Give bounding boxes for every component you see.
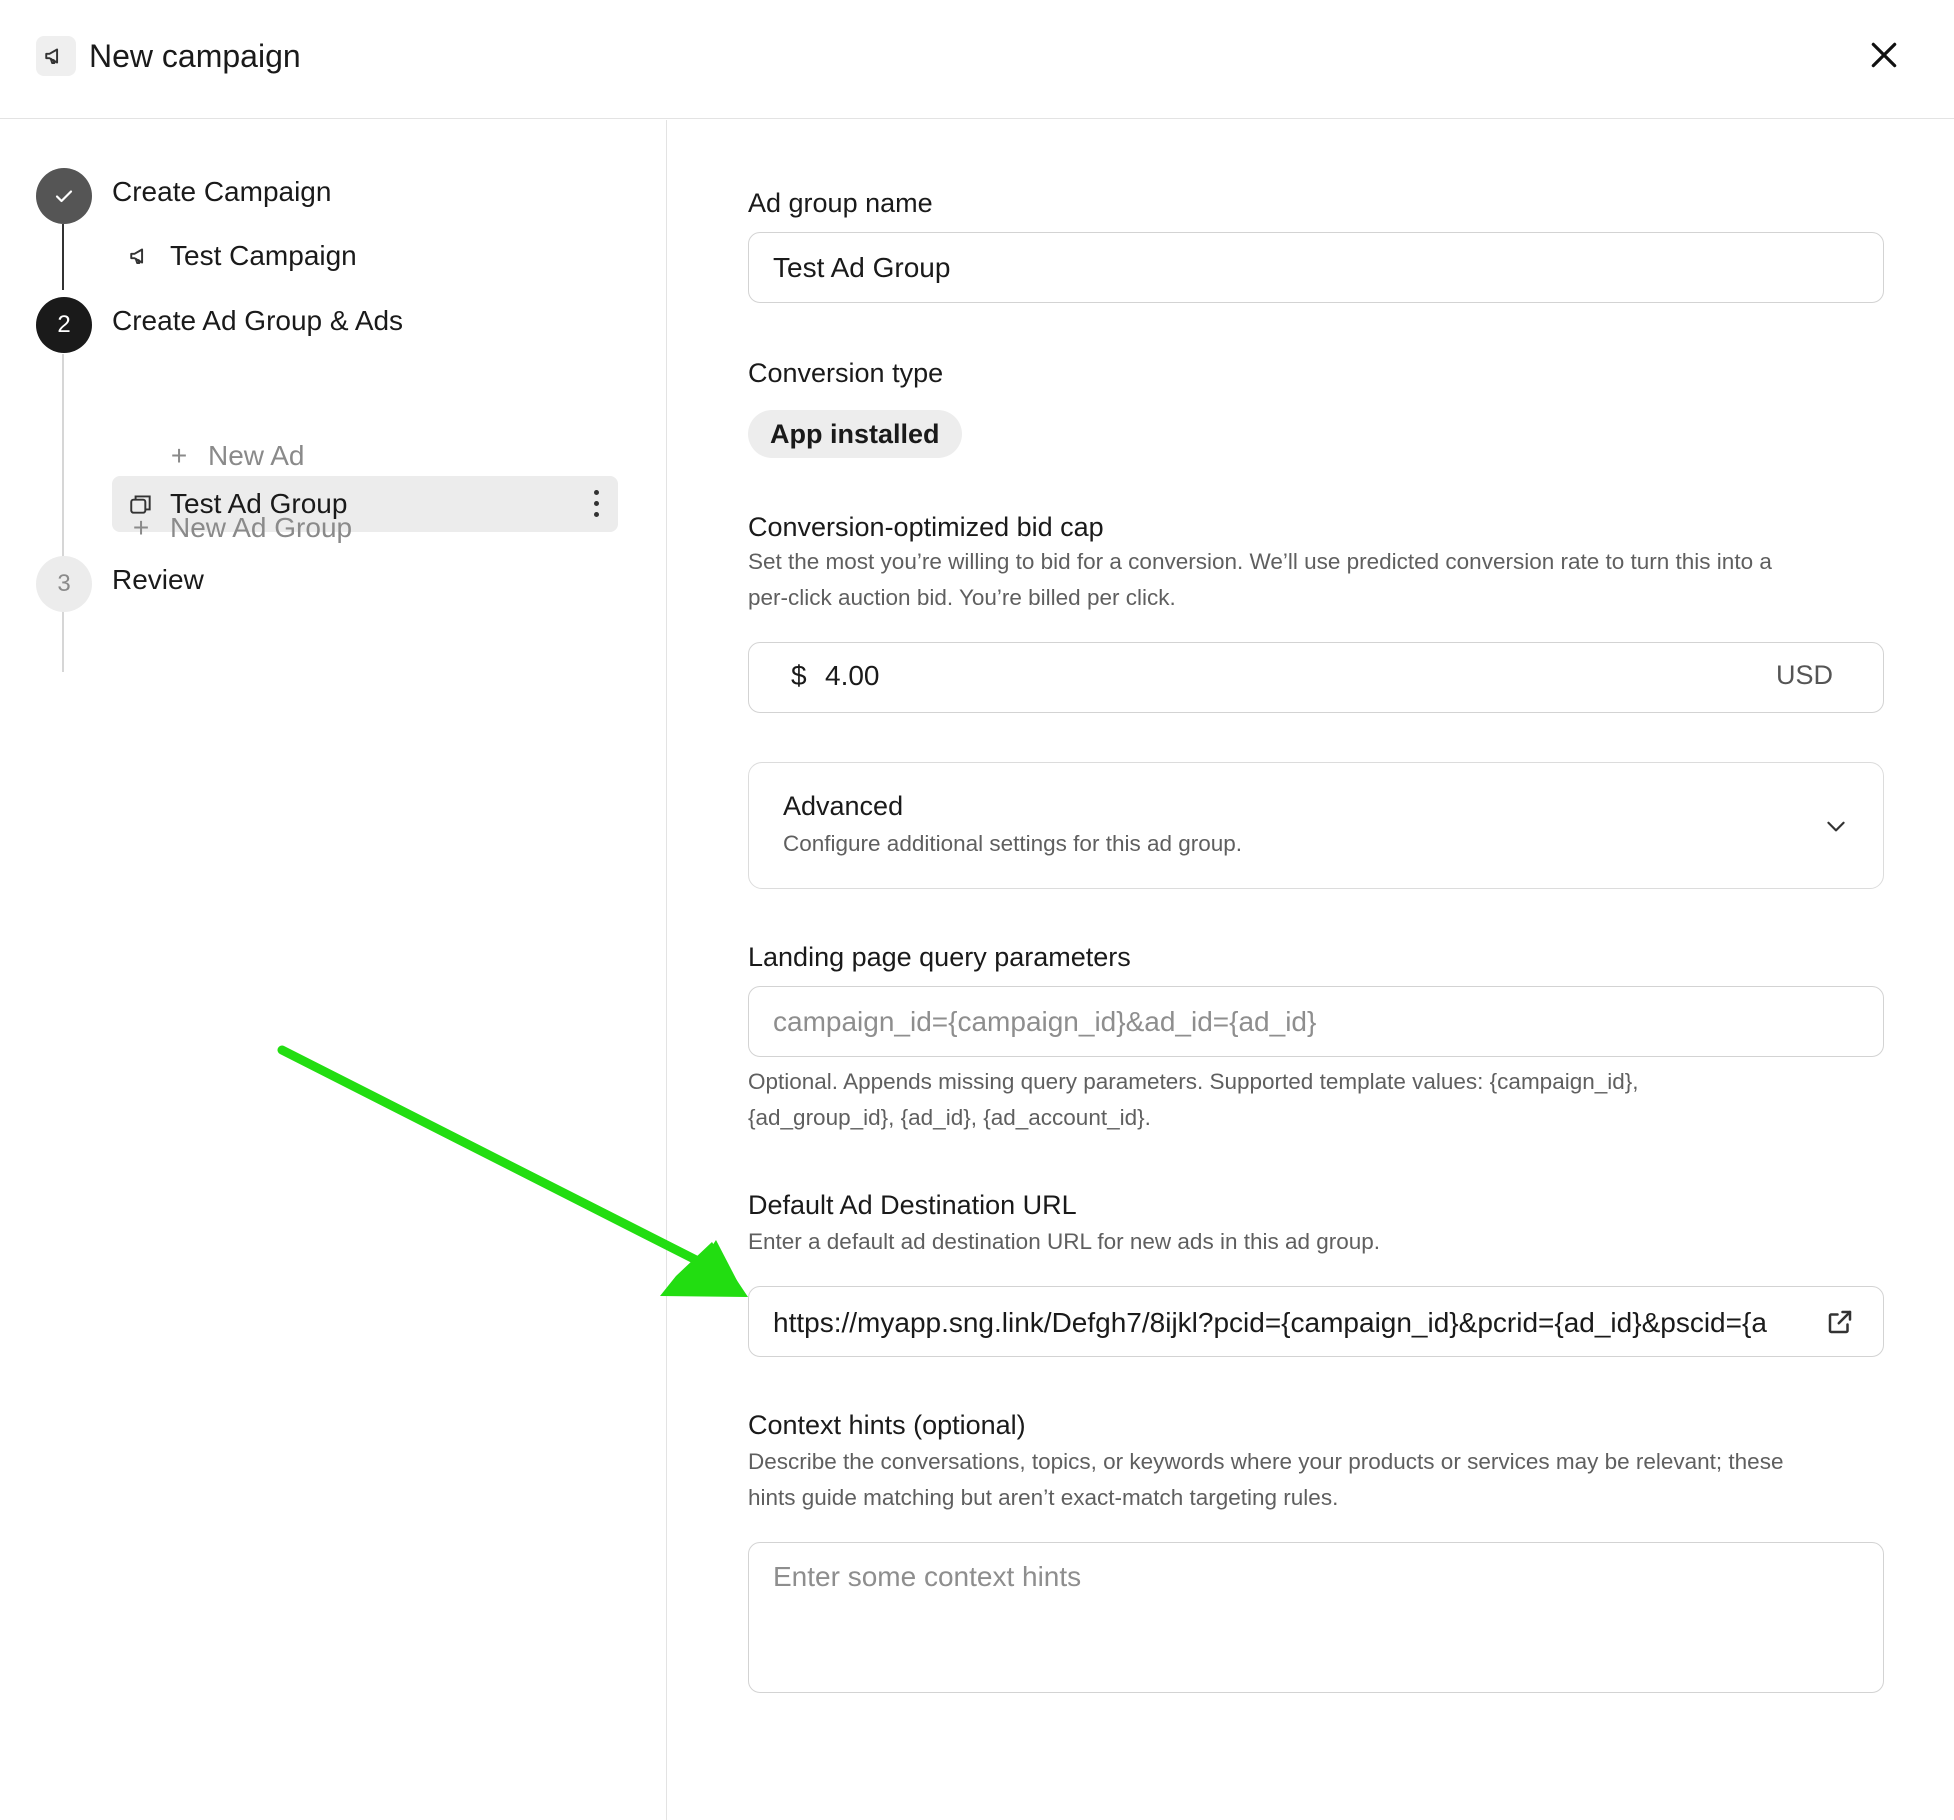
query-params-help: {ad_group_id}, {ad_id}, {ad_account_id}. <box>748 1105 1151 1130</box>
destination-url-value: https://myapp.sng.link/Defgh7/8ijkl?pcid… <box>773 1307 1767 1338</box>
more-options-icon[interactable] <box>592 488 600 520</box>
ad-group-name-input[interactable] <box>748 232 1884 303</box>
step-2-current-indicator: 2 <box>36 297 92 353</box>
external-link-icon[interactable] <box>1825 1307 1855 1337</box>
context-hints-textarea[interactable] <box>748 1542 1884 1693</box>
query-params-label: Landing page query parameters <box>748 942 1131 972</box>
context-hints-help: hints guide matching but aren’t exact-ma… <box>748 1485 1339 1510</box>
context-hints-label: Context hints (optional) <box>748 1410 1026 1440</box>
advanced-subtitle: Configure additional settings for this a… <box>783 831 1243 856</box>
chevron-down-icon <box>1827 821 1845 832</box>
step-connector <box>62 354 64 672</box>
modal-title: New campaign <box>89 38 301 74</box>
step-1-label[interactable]: Create Campaign <box>112 174 331 210</box>
steps-sidebar: Create Campaign Test Campaign 2 Create A… <box>0 120 667 1820</box>
step-3-label[interactable]: Review <box>112 562 204 598</box>
close-icon <box>1871 42 1897 68</box>
close-button[interactable] <box>1864 35 1904 75</box>
new-ad-label: New Ad <box>208 440 305 471</box>
plus-icon: + <box>132 512 150 543</box>
new-ad-button[interactable]: + New Ad <box>164 438 305 474</box>
sidebar-item-label: Test Campaign <box>170 240 357 271</box>
destination-url-label: Default Ad Destination URL <box>748 1190 1077 1220</box>
bid-cap-help: per-click auction bid. You’re billed per… <box>748 585 1176 610</box>
bid-cap-help: Set the most you’re willing to bid for a… <box>748 549 1772 574</box>
step-1-complete-indicator <box>36 168 92 224</box>
annotation-arrow-head-fill <box>660 1242 748 1297</box>
new-ad-group-button[interactable]: + New Ad Group <box>126 510 352 546</box>
context-hints-help: Describe the conversations, topics, or k… <box>748 1449 1784 1474</box>
currency-symbol: $ <box>791 660 807 691</box>
new-ad-group-label: New Ad Group <box>170 512 353 543</box>
bid-cap-value: 4.00 <box>825 660 880 691</box>
step-connector <box>62 224 64 290</box>
sidebar-item-test-campaign[interactable]: Test Campaign <box>126 238 357 274</box>
step-number: 3 <box>57 570 71 597</box>
currency-unit: USD <box>1775 660 1833 690</box>
advanced-section-toggle[interactable]: Advanced Configure additional settings f… <box>748 762 1884 889</box>
query-params-input[interactable] <box>748 986 1884 1057</box>
bid-cap-label: Conversion-optimized bid cap <box>748 512 1104 542</box>
advanced-title: Advanced <box>783 791 904 821</box>
annotation-arrow-head <box>682 1240 745 1296</box>
modal-header: New campaign <box>0 0 1954 119</box>
check-icon <box>55 190 73 203</box>
destination-url-input[interactable]: https://myapp.sng.link/Defgh7/8ijkl?pcid… <box>748 1286 1884 1357</box>
destination-url-help: Enter a default ad destination URL for n… <box>748 1229 1381 1254</box>
step-number: 2 <box>57 311 71 338</box>
step-3-indicator: 3 <box>36 556 92 612</box>
conversion-type-label: Conversion type <box>748 358 944 388</box>
query-params-help: Optional. Appends missing query paramete… <box>748 1069 1639 1094</box>
step-2-label[interactable]: Create Ad Group & Ads <box>112 303 403 339</box>
megaphone-icon <box>36 36 76 76</box>
plus-icon: + <box>170 440 188 471</box>
conversion-type-chip[interactable]: App installed <box>748 410 962 458</box>
megaphone-icon <box>126 241 156 271</box>
bid-cap-input[interactable]: $ 4.00 USD <box>748 642 1884 713</box>
ad-group-name-label: Ad group name <box>748 188 933 218</box>
